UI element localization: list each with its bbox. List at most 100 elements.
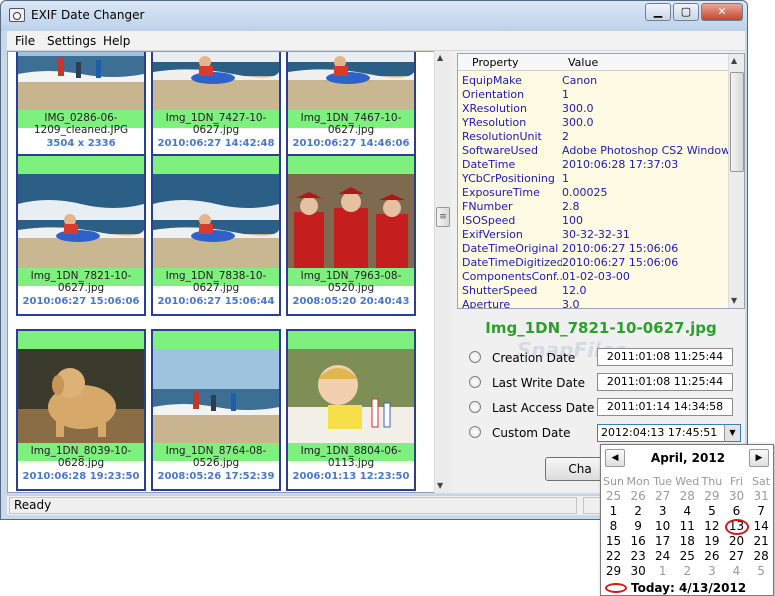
calendar-day[interactable]: 5: [699, 504, 724, 518]
maximize-button[interactable]: ▢: [673, 3, 699, 21]
thumbnail-item[interactable]: Img_1DN_7838-10- 0627.jpg 2010:06:27 15:06…: [151, 154, 281, 316]
property-row[interactable]: EquipMake Canon: [458, 74, 730, 88]
property-row[interactable]: YCbCrPositioning 1: [458, 172, 730, 186]
value-column-header[interactable]: Value: [568, 56, 598, 69]
menu-file[interactable]: File: [15, 34, 35, 48]
property-row[interactable]: Aperture 3.0: [458, 298, 730, 308]
creation-date-radio[interactable]: [469, 351, 481, 363]
property-row[interactable]: ExifVersion 30-32-32-31: [458, 228, 730, 242]
next-month-button[interactable]: ▶: [749, 449, 769, 467]
calendar-day[interactable]: 15: [601, 534, 626, 548]
property-row[interactable]: DateTimeDigitized 2010:06:27 15:06:06: [458, 256, 730, 270]
calendar-day[interactable]: 8: [601, 519, 626, 533]
prev-month-button[interactable]: ◀: [605, 449, 625, 467]
thumbnail-item[interactable]: Img_1DN_8804-06- 0113.jpg 2006:01:13 12:23…: [286, 329, 416, 491]
property-row[interactable]: YResolution 300.0: [458, 116, 730, 130]
calendar-day[interactable]: 29: [601, 564, 626, 578]
calendar-day[interactable]: 26: [626, 489, 651, 503]
close-button[interactable]: ✕: [701, 3, 743, 21]
thumbnail-item[interactable]: IMG_0286-06- 1209_cleaned.JPG 3504 x 2336: [16, 52, 146, 158]
calendar-day[interactable]: 26: [699, 549, 724, 563]
custom-date-radio[interactable]: [469, 426, 481, 438]
dropdown-arrow-icon[interactable]: ▼: [724, 425, 740, 441]
exif-properties-list[interactable]: Property Value EquipMake Canon Orientation…: [457, 53, 745, 309]
custom-date-label[interactable]: Custom Date: [492, 426, 570, 440]
thumbnail-item[interactable]: Img_1DN_8039-10- 0628.jpg 2010:06:28 19:23…: [16, 329, 146, 491]
property-row[interactable]: ShutterSpeed 12.0: [458, 284, 730, 298]
calendar-day[interactable]: 27: [650, 489, 675, 503]
last-write-date-field[interactable]: 2011:01:08 11:25:44: [597, 373, 733, 391]
calendar-day[interactable]: 29: [699, 489, 724, 503]
thumbnail-item[interactable]: Img_1DN_7427-10- 0627.jpg 2010:06:27 14:42…: [151, 52, 281, 158]
calendar-day[interactable]: 30: [626, 564, 651, 578]
calendar-day[interactable]: 11: [675, 519, 700, 533]
property-row[interactable]: DateTime 2010:06:28 17:37:03: [458, 158, 730, 172]
calendar-day[interactable]: 12: [699, 519, 724, 533]
calendar-day[interactable]: 18: [675, 534, 700, 548]
property-row[interactable]: Orientation 1: [458, 88, 730, 102]
calendar-day[interactable]: 30: [724, 489, 749, 503]
calendar-day[interactable]: 21: [749, 534, 774, 548]
thumbnail-grid[interactable]: IMG_0286-06- 1209_cleaned.JPG 3504 x 2336 I…: [7, 51, 439, 493]
calendar-day[interactable]: 23: [626, 549, 651, 563]
custom-date-picker[interactable]: 2012:04:13 17:45:51 ▼: [597, 424, 741, 442]
prop-scroll-thumb[interactable]: [730, 72, 744, 172]
property-row[interactable]: XResolution 300.0: [458, 102, 730, 116]
calendar-day[interactable]: 25: [601, 489, 626, 503]
calendar-day[interactable]: 2: [626, 504, 651, 518]
thumbnail-item[interactable]: Img_1DN_7467-10- 0627.jpg 2010:06:27 14:46…: [286, 52, 416, 158]
thumbnail-scrollbar[interactable]: ▲ ≡ ▼: [434, 51, 451, 493]
calendar-day[interactable]: 3: [650, 504, 675, 518]
thumbnail-item[interactable]: Img_1DN_8764-08- 0526.jpg 2008:05:26 17:52…: [151, 329, 281, 491]
property-row[interactable]: ResolutionUnit 2: [458, 130, 730, 144]
calendar-day[interactable]: 27: [724, 549, 749, 563]
calendar-day[interactable]: 9: [626, 519, 651, 533]
property-row[interactable]: ExposureTime 0.00025: [458, 186, 730, 200]
calendar-day[interactable]: 17: [650, 534, 675, 548]
title-bar[interactable]: EXIF Date Changer ▁ ▢ ✕: [1, 1, 747, 31]
calendar-day[interactable]: 28: [675, 489, 700, 503]
calendar-day[interactable]: 20: [724, 534, 749, 548]
creation-date-field[interactable]: 2011:01:08 11:25:44: [597, 348, 733, 366]
menu-help[interactable]: Help: [103, 34, 130, 48]
property-row[interactable]: ComponentsConf... 01-02-03-00: [458, 270, 730, 284]
menu-settings[interactable]: Settings: [47, 34, 96, 48]
calendar-day[interactable]: 31: [749, 489, 774, 503]
prop-scroll-up-icon[interactable]: ▲: [731, 56, 737, 65]
calendar-popup[interactable]: ◀ April, 2012 ▶ Sun Mon Tue Wed Thu Fri Sat 25 2…: [600, 444, 774, 596]
calendar-day[interactable]: 10: [650, 519, 675, 533]
property-row[interactable]: SoftwareUsed Adobe Photoshop CS2 Windows: [458, 144, 730, 158]
scroll-down-icon[interactable]: ▼: [437, 481, 443, 490]
calendar-day[interactable]: 16: [626, 534, 651, 548]
property-row[interactable]: DateTimeOriginal 2010:06:27 15:06:06: [458, 242, 730, 256]
calendar-day[interactable]: 19: [699, 534, 724, 548]
last-access-date-field[interactable]: 2011:01:14 14:34:58: [597, 398, 733, 416]
scroll-thumb[interactable]: ≡: [436, 207, 450, 227]
last-access-date-radio[interactable]: [469, 401, 481, 413]
last-write-date-radio[interactable]: [469, 376, 481, 388]
thumbnail-item[interactable]: Img_1DN_7821-10- 0627.jpg 2010:06:27 15:06…: [16, 154, 146, 316]
scroll-up-icon[interactable]: ▲: [437, 53, 443, 62]
calendar-day[interactable]: 2: [675, 564, 700, 578]
today-link[interactable]: Today: 4/13/2012: [631, 581, 746, 595]
minimize-button[interactable]: ▁: [645, 3, 671, 21]
calendar-day[interactable]: 25: [675, 549, 700, 563]
calendar-day[interactable]: 5: [749, 564, 774, 578]
property-row[interactable]: FNumber 2.8: [458, 200, 730, 214]
calendar-day[interactable]: 4: [724, 564, 749, 578]
last-access-date-label[interactable]: Last Access Date: [492, 401, 594, 415]
calendar-day[interactable]: 24: [650, 549, 675, 563]
calendar-day[interactable]: 3: [699, 564, 724, 578]
calendar-day[interactable]: 7: [749, 504, 774, 518]
calendar-day[interactable]: 4: [675, 504, 700, 518]
last-write-date-label[interactable]: Last Write Date: [492, 376, 585, 390]
property-column-header[interactable]: Property: [472, 56, 519, 69]
properties-scrollbar[interactable]: ▲ ▼: [728, 54, 744, 308]
calendar-day[interactable]: 1: [601, 504, 626, 518]
creation-date-label[interactable]: Creation Date: [492, 351, 575, 365]
property-row[interactable]: ISOSpeed 100: [458, 214, 730, 228]
calendar-day[interactable]: 22: [601, 549, 626, 563]
calendar-day[interactable]: 28: [749, 549, 774, 563]
calendar-month-label[interactable]: April, 2012: [627, 451, 749, 465]
calendar-day[interactable]: 14: [749, 519, 774, 533]
